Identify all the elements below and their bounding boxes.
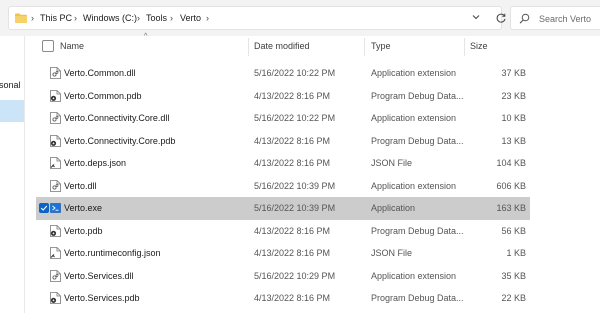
file-date-modified: 4/13/2022 8:16 PM [254,293,331,303]
file-name[interactable]: Verto.Services.pdb [64,293,140,303]
chevron-right-icon[interactable]: › [206,13,209,23]
json-icon [50,247,61,259]
file-size: 163 KB [496,203,526,213]
file-date-modified: 5/16/2022 10:39 PM [254,180,336,191]
file-name[interactable]: Verto.Common.pdb [64,91,142,101]
file-type: JSON File [371,248,413,258]
address-toolbar: › This PC › Windows (C:) › Tools › Verto… [0,0,600,36]
file-type: Application extension [371,270,457,281]
file-date-modified: 5/16/2022 10:39 PM [254,203,336,213]
column-name[interactable]: Name [60,41,84,51]
file-size: 10 KB [501,113,526,123]
file-row[interactable]: Verto.Connectivity.Core.dll 5/16/2022 10:… [36,107,530,130]
file-row[interactable]: Verto.Common.pdb 4/13/2022 8:16 PM Program… [36,85,530,108]
file-row[interactable]: Verto.Common.dll 5/16/2022 10:22 PM Applic… [36,62,530,85]
file-size: 37 KB [501,68,526,78]
breadcrumb-this-pc[interactable]: This PC [40,13,72,23]
search-icon [519,13,530,24]
file-row[interactable]: Verto.pdb 4/13/2022 8:16 PM Program Debug … [36,220,530,243]
file-date-modified: 4/13/2022 8:16 PM [254,158,331,168]
file-date-modified: 4/13/2022 8:16 PM [254,225,331,236]
chevron-right-icon[interactable]: › [137,13,140,23]
file-row[interactable]: Verto.Services.pdb 4/13/2022 8:16 PM Progr… [36,287,530,310]
dll-icon [50,179,61,192]
file-list: Verto.Common.dll 5/16/2022 10:22 PM Applic… [36,62,530,310]
file-row[interactable]: Verto.Connectivity.Core.pdb 4/13/2022 8:1… [36,130,530,153]
file-name[interactable]: Verto.Services.dll [64,271,134,281]
chevron-right-icon[interactable]: › [31,13,34,23]
file-name[interactable]: Verto.Connectivity.Core.pdb [64,136,175,146]
file-name[interactable]: Verto.Connectivity.Core.dll [64,113,169,123]
file-type: Application extension [371,180,457,191]
chevron-down-icon[interactable] [471,12,481,22]
file-name[interactable]: Verto.deps.json [64,158,126,168]
file-type: Program Debug Data... [371,225,464,236]
breadcrumb-verto[interactable]: Verto [180,13,201,23]
column-size[interactable]: Size [470,41,488,51]
file-name[interactable]: Verto.Common.dll [64,68,136,78]
file-row[interactable]: Verto.runtimeconfig.json 4/13/2022 8:16 P… [36,242,530,265]
column-divider[interactable] [248,38,249,56]
nav-item-selected[interactable] [0,100,24,122]
dll-icon [50,269,61,282]
breadcrumb-tools[interactable]: Tools [146,13,167,23]
column-header: ^ Name Date modified Type Size [36,33,530,58]
file-type: Application extension [371,113,457,123]
chevron-right-icon[interactable]: › [74,13,77,23]
file-name[interactable]: Verto.exe [64,203,102,213]
address-bar[interactable]: › This PC › Windows (C:) › Tools › Verto… [8,6,506,30]
file-date-modified: 5/16/2022 10:22 PM [254,68,336,78]
search-input[interactable]: Search Verto [510,6,600,30]
file-type: JSON File [371,158,413,168]
sort-caret-icon: ^ [144,33,148,40]
file-row[interactable]: Verto.deps.json 4/13/2022 8:16 PM JSON Fil… [36,152,530,175]
column-type[interactable]: Type [371,41,391,51]
file-type: Program Debug Data... [371,293,464,303]
file-type: Program Debug Data... [371,90,464,101]
folder-icon [15,13,27,23]
file-name[interactable]: Verto.pdb [64,226,103,236]
pdb-icon [50,89,61,102]
file-size: 35 KB [501,270,526,281]
file-size: 606 KB [496,180,526,191]
column-date-modified[interactable]: Date modified [254,41,310,51]
file-type: Application extension [371,68,457,78]
breadcrumb-windows-c[interactable]: Windows (C:) [83,13,137,23]
file-date-modified: 5/16/2022 10:22 PM [254,113,336,123]
pdb-icon [50,224,61,237]
file-row[interactable]: Verto.dll 5/16/2022 10:39 PM Application e… [36,175,530,198]
pdb-icon [50,292,61,304]
row-checkbox[interactable] [39,203,49,213]
dll-icon [50,67,61,79]
pdb-icon [50,134,61,147]
navigation-pane: rsonal [0,36,25,313]
file-row[interactable]: Verto.Services.dll 5/16/2022 10:29 PM Appl… [36,265,530,288]
file-date-modified: 5/16/2022 10:29 PM [254,270,336,281]
file-size: 22 KB [501,293,526,303]
file-date-modified: 4/13/2022 8:16 PM [254,135,331,146]
file-size: 23 KB [501,90,526,101]
file-size: 56 KB [501,225,526,236]
column-divider[interactable] [464,38,465,56]
refresh-icon[interactable] [495,12,507,24]
file-row-selected[interactable]: Verto.exe 5/16/2022 10:39 PM Application 16… [36,197,530,220]
column-divider[interactable] [364,38,365,56]
file-size: 104 KB [496,158,526,168]
file-date-modified: 4/13/2022 8:16 PM [254,90,331,101]
exe-icon [50,202,61,214]
search-placeholder: Search Verto [539,14,592,24]
file-name[interactable]: Verto.dll [64,181,97,191]
file-date-modified: 4/13/2022 8:16 PM [254,248,331,258]
dll-icon [50,112,61,124]
file-type: Program Debug Data... [371,135,464,146]
json-icon [50,157,61,169]
file-name[interactable]: Verto.runtimeconfig.json [64,248,161,258]
file-size: 1 KB [506,248,526,258]
chevron-right-icon[interactable]: › [170,13,173,23]
nav-item-personal[interactable]: rsonal [0,80,21,90]
file-size: 13 KB [501,135,526,146]
select-all-checkbox[interactable] [42,40,54,52]
file-type: Application [371,203,416,213]
